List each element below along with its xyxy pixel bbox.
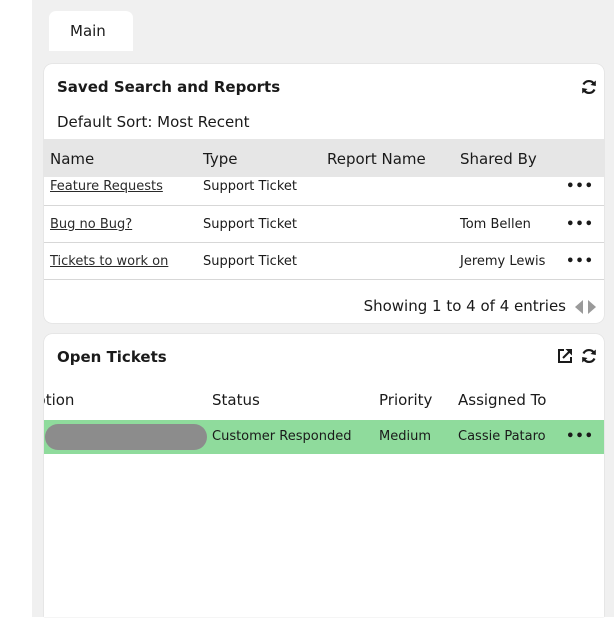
refresh-icon[interactable] [580, 347, 598, 365]
priority-cell: Medium [379, 429, 431, 444]
type-cell: Support Ticket [203, 217, 297, 232]
column-header-status[interactable]: Status [212, 391, 260, 409]
status-cell: Customer Responded [212, 429, 352, 444]
saved-search-link[interactable]: Bug no Bug? [50, 217, 132, 232]
chevron-right-icon[interactable] [588, 300, 596, 314]
more-actions-icon[interactable]: ••• [566, 217, 594, 232]
saved-search-link[interactable]: Tickets to work on [50, 254, 168, 269]
column-header-priority[interactable]: Priority [379, 391, 432, 409]
column-header-name[interactable]: Name [50, 150, 94, 168]
more-actions-icon[interactable]: ••• [566, 429, 594, 444]
table-row[interactable]: Customer Responded Medium Cassie Pataro … [44, 420, 604, 454]
refresh-icon[interactable] [580, 78, 598, 96]
table-header: Name Type Report Name Shared By [44, 139, 604, 177]
more-actions-icon[interactable]: ••• [566, 254, 594, 269]
app-area: Main Saved Search and Reports Default So… [32, 0, 614, 617]
default-sort-label: Default Sort: Most Recent [57, 113, 250, 131]
assigned-to-cell: Cassie Pataro [458, 429, 546, 444]
shared-by-cell: Jeremy Lewis [460, 254, 546, 269]
shared-by-cell: Tom Bellen [460, 217, 531, 232]
type-cell: Support Ticket [203, 254, 297, 269]
more-actions-icon[interactable]: ••• [566, 179, 594, 194]
open-tickets-panel: Open Tickets iption Status Priority Assi… [44, 334, 604, 617]
external-link-icon[interactable] [556, 347, 574, 365]
saved-search-panel: Saved Search and Reports Default Sort: M… [44, 64, 604, 323]
table-row: Bug no Bug? Support Ticket Tom Bellen ••… [44, 206, 604, 243]
column-header-type[interactable]: Type [203, 150, 237, 168]
panel-title: Saved Search and Reports [57, 78, 281, 96]
pagination-info: Showing 1 to 4 of 4 entries [363, 297, 566, 315]
table-row: Feature Requests Support Ticket ••• [44, 177, 604, 206]
saved-search-link[interactable]: Feature Requests [50, 179, 163, 194]
redacted-description [45, 424, 207, 450]
column-header-report-name[interactable]: Report Name [327, 150, 426, 168]
column-header-shared-by[interactable]: Shared By [460, 150, 537, 168]
column-header-description[interactable]: iption [44, 391, 74, 409]
table-row: Tickets to work on Support Ticket Jeremy… [44, 243, 604, 280]
panel-title: Open Tickets [57, 348, 167, 366]
chevron-left-icon[interactable] [575, 300, 583, 314]
tab-main[interactable]: Main [49, 11, 133, 51]
column-header-assigned-to[interactable]: Assigned To [458, 391, 546, 409]
table-header: iption Status Priority Assigned To [44, 380, 604, 420]
type-cell: Support Ticket [203, 179, 297, 194]
